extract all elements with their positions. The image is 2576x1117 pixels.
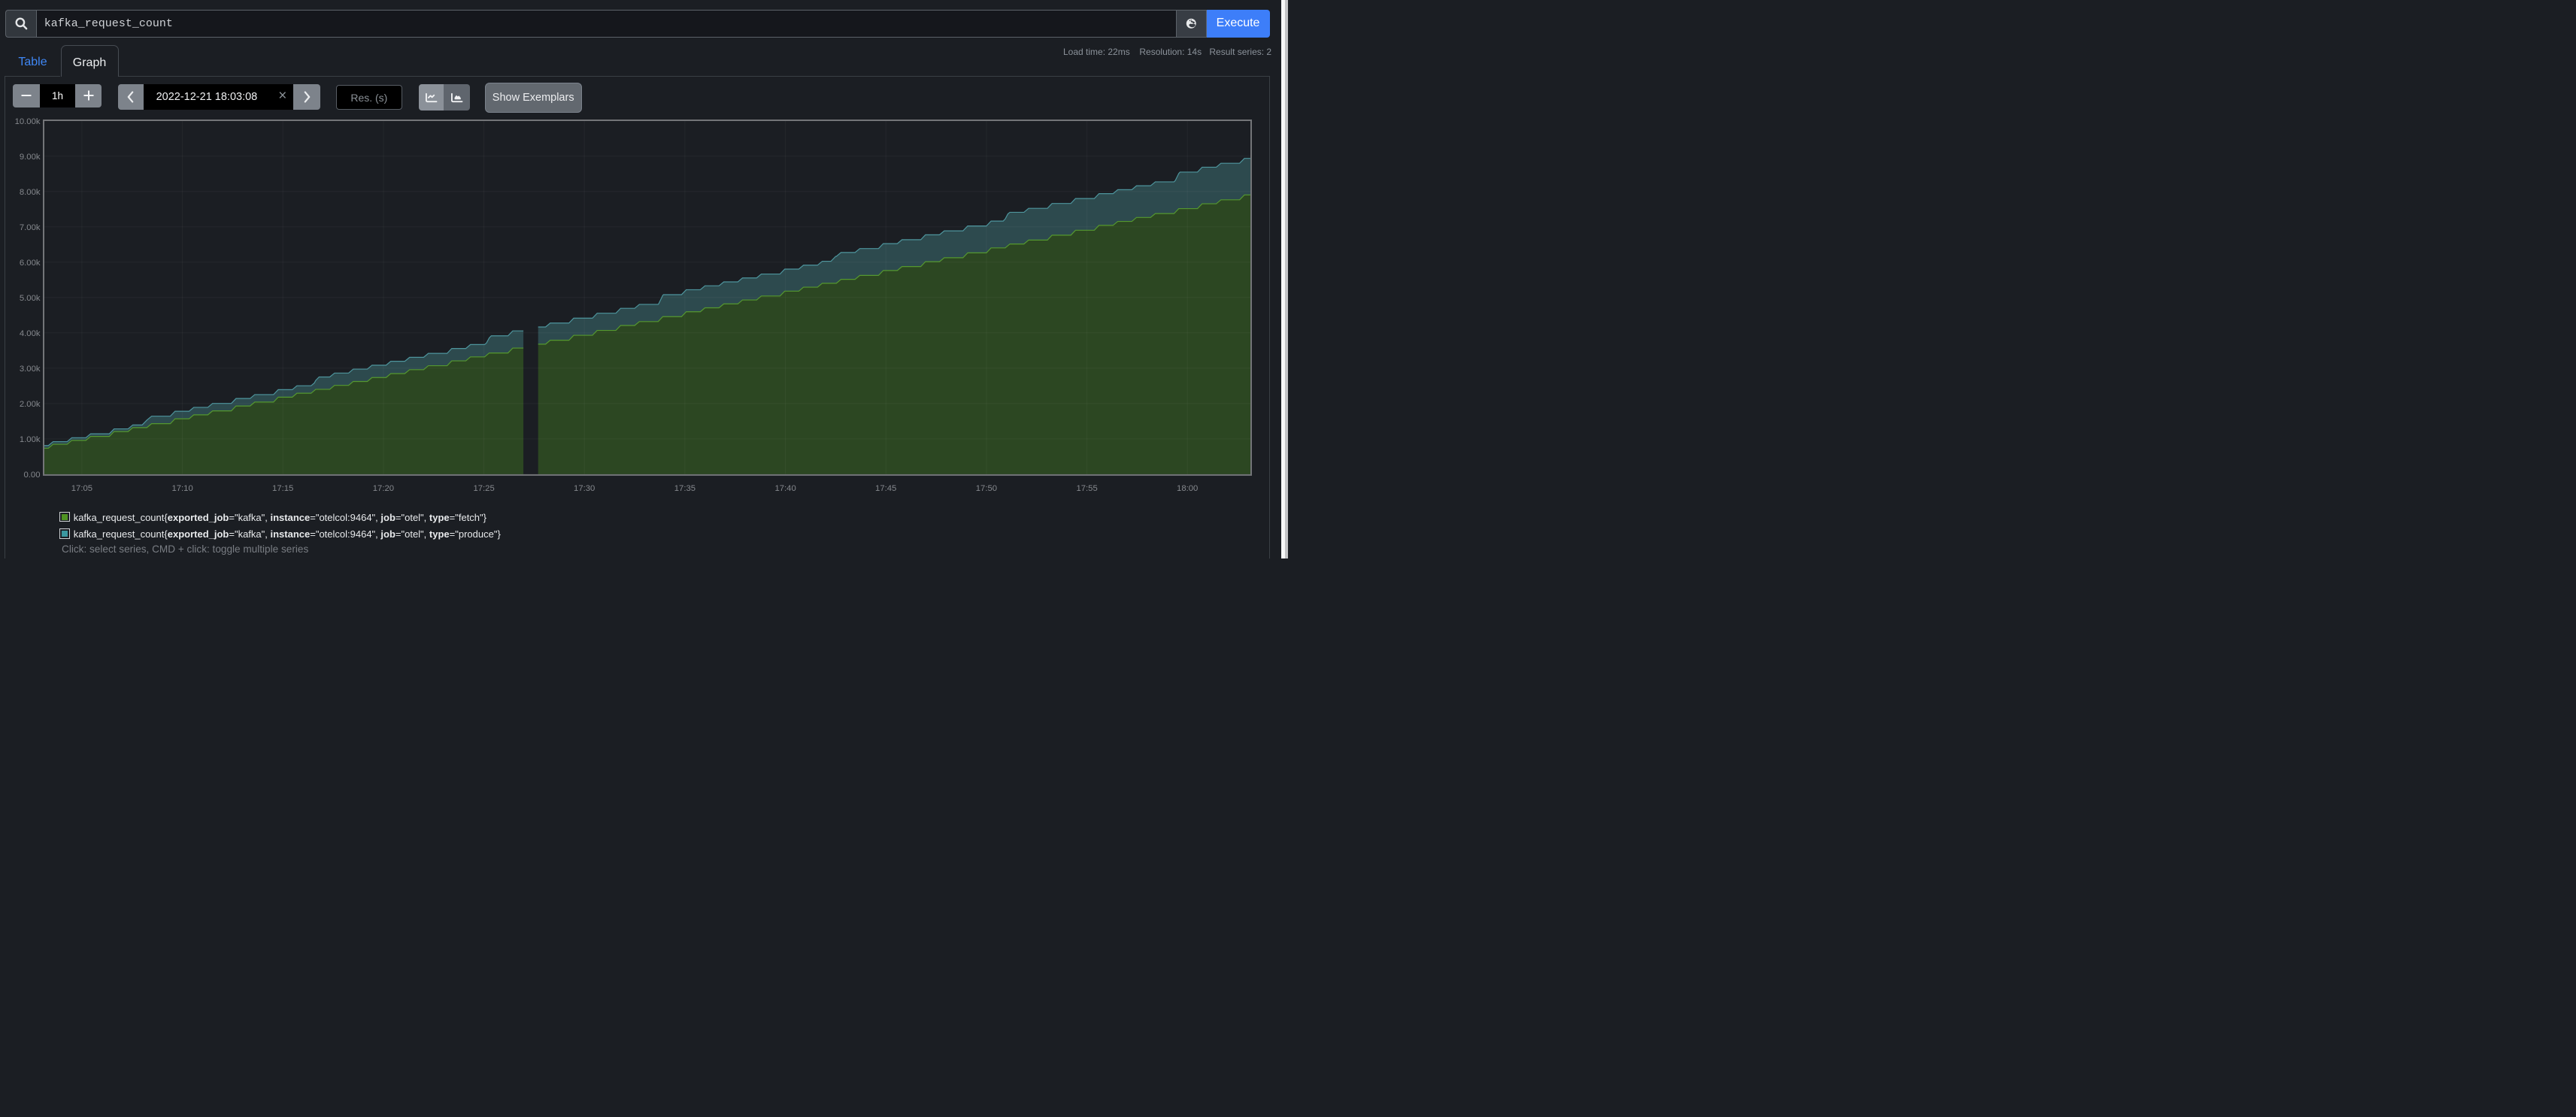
svg-text:1.00k: 1.00k	[20, 435, 41, 444]
svg-text:17:35: 17:35	[674, 484, 696, 493]
svg-text:17:55: 17:55	[1076, 484, 1097, 493]
svg-text:17:45: 17:45	[875, 484, 896, 493]
svg-text:0.00: 0.00	[24, 471, 41, 480]
svg-text:5.00k: 5.00k	[20, 294, 41, 303]
svg-text:17:20: 17:20	[373, 484, 394, 493]
svg-text:17:30: 17:30	[574, 484, 595, 493]
svg-text:4.00k: 4.00k	[20, 329, 41, 338]
svg-text:17:50: 17:50	[976, 484, 997, 493]
svg-text:2.00k: 2.00k	[20, 400, 41, 409]
svg-text:17:25: 17:25	[473, 484, 494, 493]
svg-text:18:00: 18:00	[1177, 484, 1198, 493]
svg-text:17:10: 17:10	[171, 484, 192, 493]
svg-text:17:05: 17:05	[71, 484, 92, 493]
svg-text:6.00k: 6.00k	[20, 259, 41, 268]
svg-text:7.00k: 7.00k	[20, 223, 41, 232]
svg-text:8.00k: 8.00k	[20, 188, 41, 197]
svg-text:9.00k: 9.00k	[20, 153, 41, 162]
svg-text:17:15: 17:15	[272, 484, 293, 493]
svg-text:10.00k: 10.00k	[15, 117, 41, 126]
svg-text:3.00k: 3.00k	[20, 365, 41, 374]
svg-text:17:40: 17:40	[774, 484, 796, 493]
